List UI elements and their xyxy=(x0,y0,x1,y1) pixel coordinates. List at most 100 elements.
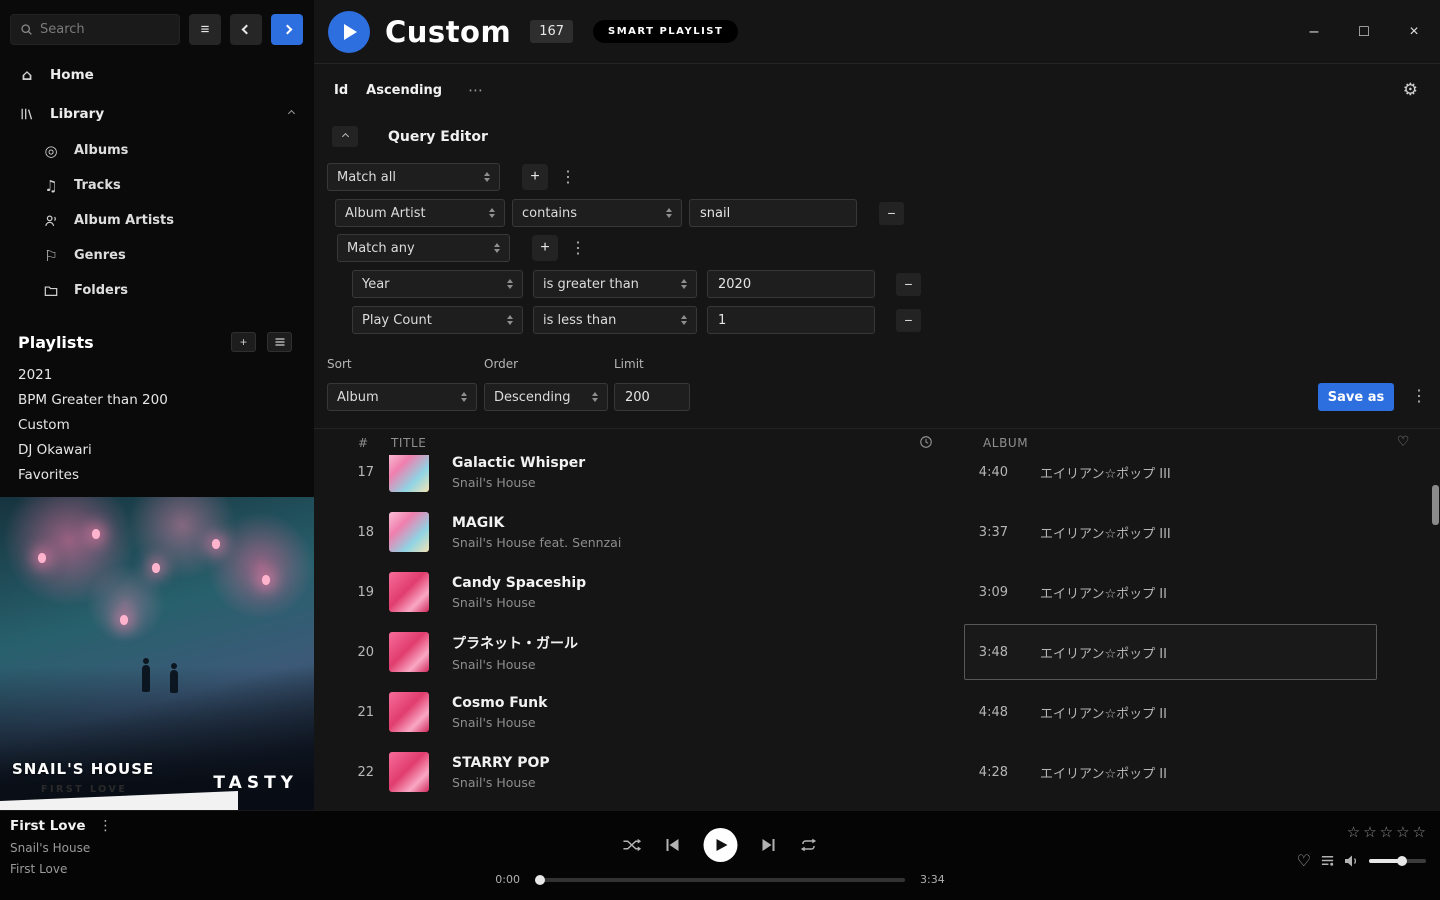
limit-input[interactable] xyxy=(614,383,690,411)
kebab-icon: ⋮ xyxy=(570,240,586,257)
repeat-button[interactable] xyxy=(800,838,818,852)
remove-rule-button[interactable]: − xyxy=(879,202,904,225)
match-all-select[interactable]: Match all xyxy=(327,163,500,191)
window-close-button[interactable]: × xyxy=(1404,23,1424,41)
dropdown-arrows-icon xyxy=(681,279,687,289)
order-select[interactable]: Descending xyxy=(484,383,608,411)
nav-forward-button[interactable] xyxy=(271,14,303,45)
volume-slider[interactable] xyxy=(1369,859,1426,863)
shuffle-button[interactable] xyxy=(623,838,642,852)
playlist-item[interactable]: DJ Okawari xyxy=(0,437,314,462)
column-number[interactable]: # xyxy=(358,436,369,450)
query-editor-collapse-button[interactable] xyxy=(332,126,358,147)
search-input[interactable] xyxy=(40,22,170,37)
favorite-button[interactable]: ♡ xyxy=(1297,851,1311,870)
rule-value-input[interactable] xyxy=(689,199,857,227)
table-row[interactable]: 22 STARRY POP Snail's House 4:28 エイリアン☆ポ… xyxy=(314,742,1440,802)
figure-silhouette xyxy=(142,665,150,692)
settings-gear-button[interactable]: ⚙ xyxy=(1403,80,1418,100)
table-row[interactable]: 21 Cosmo Funk Snail's House 4:48 エイリアン☆ポ… xyxy=(314,682,1440,742)
rule-group-menu-button[interactable]: ⋮ xyxy=(556,167,580,187)
window-minimize-button[interactable]: – xyxy=(1304,23,1324,41)
column-title[interactable]: TITLE xyxy=(391,436,426,450)
dropdown-arrows-icon xyxy=(461,392,467,402)
rule-field-select[interactable]: Play Count xyxy=(352,306,523,334)
playlist-item[interactable]: BPM Greater than 200 xyxy=(0,387,314,412)
save-menu-button[interactable]: ⋮ xyxy=(1407,386,1431,406)
add-rule-button[interactable]: + xyxy=(532,235,558,261)
album-art-thumbnail xyxy=(389,512,429,552)
sort-select[interactable]: Album xyxy=(327,383,477,411)
rule-operator-select[interactable]: contains xyxy=(512,199,682,227)
rule-value-input[interactable] xyxy=(707,306,875,334)
menu-button[interactable]: ≡ xyxy=(189,14,221,45)
add-playlist-button[interactable]: + xyxy=(231,332,256,352)
rule-field-select[interactable]: Album Artist xyxy=(335,199,505,227)
sidebar-item-genres[interactable]: ⚐ Genres xyxy=(0,238,314,273)
rule-operator-select[interactable]: is less than xyxy=(533,306,697,334)
sidebar-nav: ⌂ Home Library ◎ Albums ♫ Tracks xyxy=(0,55,314,308)
scrollbar-thumb[interactable] xyxy=(1432,485,1439,525)
playlist-list-button[interactable] xyxy=(267,332,292,352)
star-icon[interactable]: ☆ xyxy=(1347,823,1360,841)
playlist-item[interactable]: Favorites xyxy=(0,462,314,487)
play-pause-button[interactable] xyxy=(704,828,738,862)
next-track-button[interactable] xyxy=(762,838,776,852)
sidebar-item-albums[interactable]: ◎ Albums xyxy=(0,133,314,168)
remove-rule-button[interactable]: − xyxy=(896,273,921,296)
minus-icon: − xyxy=(887,205,895,221)
remove-rule-button[interactable]: − xyxy=(896,309,921,332)
rule-value-input[interactable] xyxy=(707,270,875,298)
star-icon[interactable]: ☆ xyxy=(1363,823,1376,841)
playlist-item[interactable]: 2021 xyxy=(0,362,314,387)
rule-group-menu-button[interactable]: ⋮ xyxy=(566,238,590,258)
column-album[interactable]: ALBUM xyxy=(983,436,1028,450)
play-icon xyxy=(717,839,728,851)
play-icon xyxy=(344,24,357,40)
table-row[interactable]: 20 プラネット・ガール Snail's House 3:48 エイリアン☆ポッ… xyxy=(314,622,1440,682)
rule-field-select[interactable]: Year xyxy=(352,270,523,298)
sidebar-item-library[interactable]: Library xyxy=(0,94,314,133)
album-art-thumbnail xyxy=(389,455,429,492)
kebab-icon: ⋮ xyxy=(1411,388,1427,405)
add-rule-button[interactable]: + xyxy=(522,164,548,190)
sidebar-item-album-artists[interactable]: Album Artists xyxy=(0,203,314,238)
star-icon[interactable]: ☆ xyxy=(1413,823,1426,841)
volume-fill xyxy=(1369,859,1403,863)
collapse-library-icon[interactable] xyxy=(288,110,295,117)
queue-button[interactable] xyxy=(1320,853,1335,868)
volume-icon xyxy=(1344,854,1360,868)
match-any-select[interactable]: Match any xyxy=(337,234,510,262)
duration-column-icon[interactable] xyxy=(919,435,933,452)
plus-icon: + xyxy=(530,168,539,186)
playlist-name: 2021 xyxy=(18,367,52,383)
table-row[interactable]: 18 MAGIK Snail's House feat. Sennzai 3:3… xyxy=(314,502,1440,562)
sort-field-button[interactable]: Id xyxy=(334,83,348,98)
lantern-glow xyxy=(212,539,220,549)
volume-button[interactable] xyxy=(1344,854,1360,868)
playlists-header: Playlists + xyxy=(0,332,314,352)
select-value: Match any xyxy=(347,241,415,256)
favorite-column-icon[interactable]: ♡ xyxy=(1397,434,1410,450)
sidebar: ≡ ⌂ Home Library ◎ Albums ♫ Trac xyxy=(0,0,314,810)
sort-direction-button[interactable]: Ascending xyxy=(366,83,442,98)
save-as-button[interactable]: Save as xyxy=(1318,383,1394,411)
table-row[interactable]: 17 Galactic Whisper Snail's House 4:40 エ… xyxy=(314,455,1440,502)
previous-track-button[interactable] xyxy=(666,838,680,852)
nav-back-button[interactable] xyxy=(230,14,262,45)
seek-bar[interactable] xyxy=(535,878,905,882)
star-icon[interactable]: ☆ xyxy=(1396,823,1409,841)
play-playlist-button[interactable] xyxy=(328,11,370,53)
sidebar-item-tracks[interactable]: ♫ Tracks xyxy=(0,168,314,203)
table-row[interactable]: 19 Candy Spaceship Snail's House 3:09 エイ… xyxy=(314,562,1440,622)
playlist-item[interactable]: Custom xyxy=(0,412,314,437)
more-options-button[interactable]: ⋯ xyxy=(468,81,484,99)
rule-operator-select[interactable]: is greater than xyxy=(533,270,697,298)
sidebar-item-home[interactable]: ⌂ Home xyxy=(0,55,314,94)
star-icon[interactable]: ☆ xyxy=(1380,823,1393,841)
track-menu-button[interactable]: ⋮ xyxy=(99,818,113,834)
sidebar-item-folders[interactable]: Folders xyxy=(0,273,314,308)
seek-thumb[interactable] xyxy=(535,875,545,885)
playlist-name: DJ Okawari xyxy=(18,442,92,458)
window-maximize-button[interactable]: □ xyxy=(1354,23,1374,41)
